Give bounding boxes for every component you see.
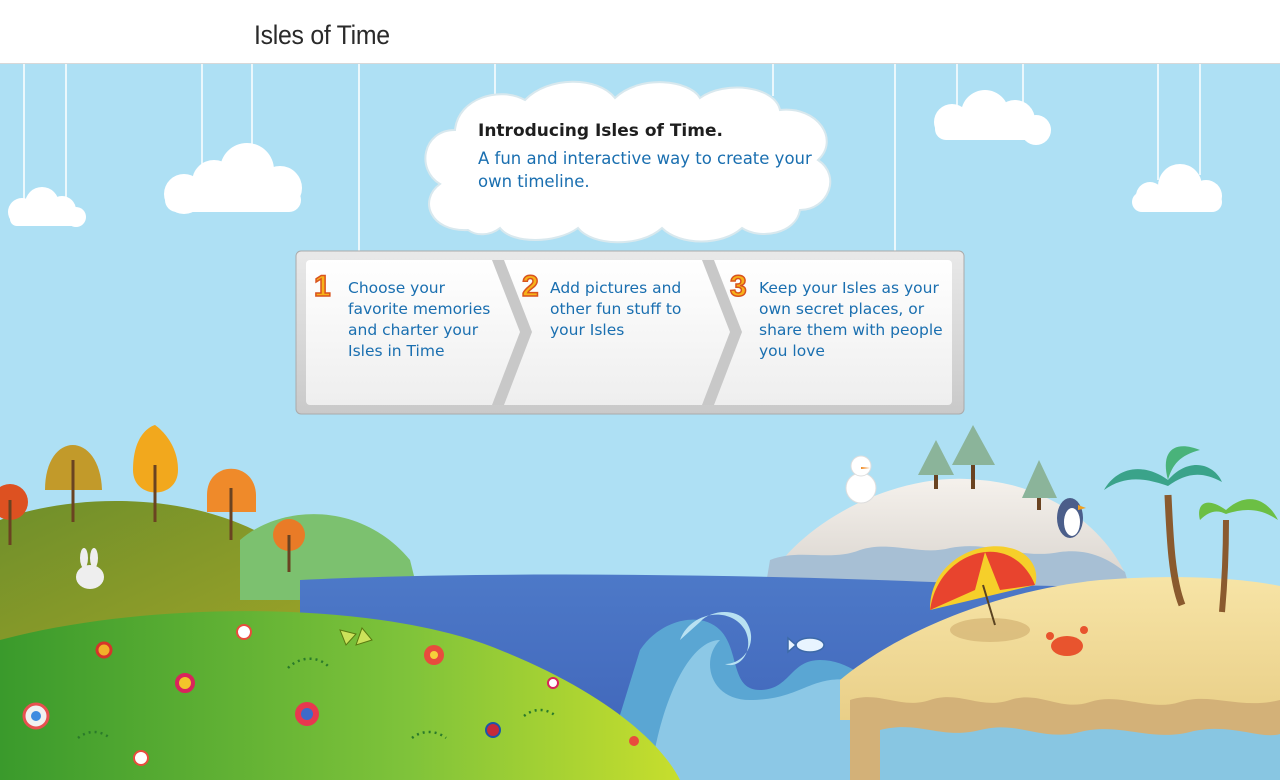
step-number: 3 [729, 269, 747, 304]
step-text: Add pictures and other fun stuff to your… [550, 279, 682, 339]
intro-subtitle: A fun and interactive way to create your… [478, 149, 812, 191]
app-header: Isles of Time [0, 0, 1280, 64]
step-number: 2 [521, 269, 539, 304]
app-title: Isles of Time [254, 20, 390, 50]
intro-text: Introducing Isles of Time. A fun and int… [478, 121, 838, 193]
step-text: Choose your favorite memories and charte… [348, 279, 491, 360]
intro-title: Introducing Isles of Time. [478, 121, 723, 141]
step-number: 1 [313, 269, 331, 304]
step-text: Keep your Isles as your own secret place… [759, 279, 943, 360]
steps-panel: 1 Choose your favorite memories and char… [296, 251, 964, 414]
